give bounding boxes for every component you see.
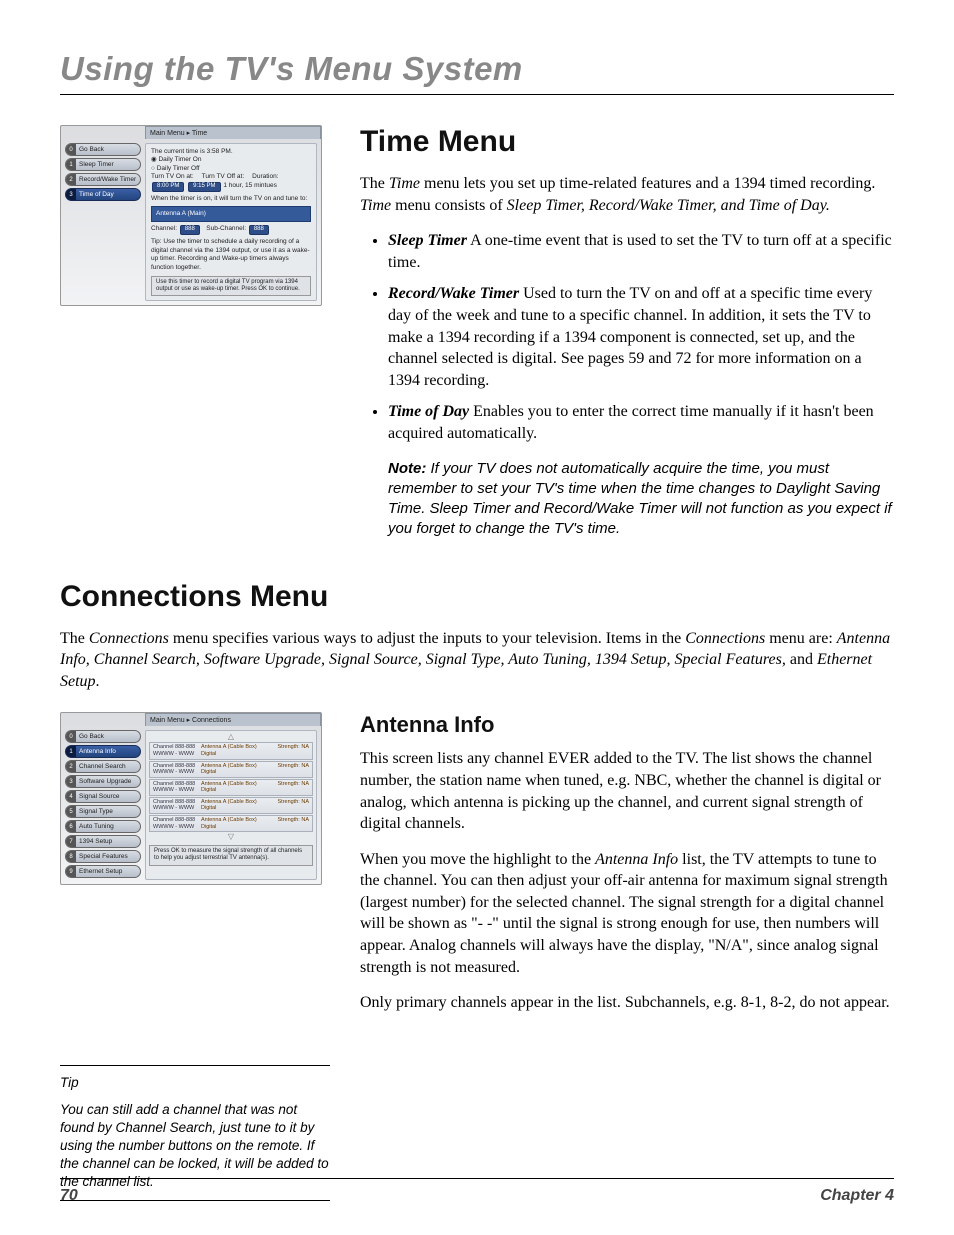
time-menu-bullets: Sleep Timer A one-time event that is use… — [360, 230, 894, 444]
connections-section: Connections Menu The Connections menu sp… — [60, 580, 894, 693]
tv-conn-btn-signal-type[interactable]: 5Signal Type — [65, 805, 141, 818]
tv-conn-breadcrumb: Main Menu ▸ Connections — [145, 713, 321, 726]
tip-title: Tip — [60, 1074, 330, 1092]
tv-off-time[interactable]: 9:15 PM — [188, 182, 220, 192]
title-rule — [60, 94, 894, 95]
time-menu-row: Main Menu ▸ Time 0Go Back 1Sleep Timer 2… — [60, 125, 894, 540]
tv-conn-btn-special-features[interactable]: 8Special Features — [65, 850, 141, 863]
tv-antenna-label[interactable]: Antenna A (Main) — [151, 206, 311, 222]
tv-conn-btn-go-back[interactable]: 0Go Back — [65, 730, 141, 743]
chapter-label: Chapter 4 — [820, 1187, 894, 1205]
bullet-sleep-timer: Sleep Timer A one-time event that is use… — [388, 230, 894, 273]
time-menu-intro: The Time menu lets you set up time-relat… — [360, 173, 894, 216]
tv-connections-figure: Main Menu ▸ Connections 0Go Back 1Antenn… — [60, 712, 322, 885]
table-row[interactable]: Channel 888-888WWWW - WWW Antenna A (Cab… — [149, 742, 313, 759]
tv-conn-btn-ethernet-setup[interactable]: 9Ethernet Setup — [65, 865, 141, 878]
tv-conn-btn-software-upgrade[interactable]: 3Software Upgrade — [65, 775, 141, 788]
tv-conn-help: Press OK to measure the signal strength … — [149, 845, 313, 865]
tv-conn-btn-1394-setup[interactable]: 71394 Setup — [65, 835, 141, 848]
antenna-info-p2: When you move the highlight to the Anten… — [360, 849, 894, 979]
tv-current-time: The current time is 3:58 PM. — [151, 148, 311, 156]
time-menu-heading: Time Menu — [360, 125, 894, 159]
tv-conn-btn-channel-search[interactable]: 2Channel Search — [65, 760, 141, 773]
tv-conn-btn-signal-source[interactable]: 4Signal Source — [65, 790, 141, 803]
antenna-info-heading: Antenna Info — [360, 712, 894, 738]
tv-time-btn-sleep-timer[interactable]: 1Sleep Timer — [65, 158, 141, 171]
tv-time-menu-figure: Main Menu ▸ Time 0Go Back 1Sleep Timer 2… — [60, 125, 322, 306]
table-row[interactable]: Channel 888-888WWWW - WWW Antenna A (Cab… — [149, 761, 313, 778]
table-row[interactable]: Channel 888-888WWWW - WWW Antenna A (Cab… — [149, 815, 313, 832]
connections-heading: Connections Menu — [60, 580, 894, 614]
connections-row: Main Menu ▸ Connections 0Go Back 1Antenn… — [60, 712, 894, 1200]
tv-time-help: Use this timer to record a digital TV pr… — [151, 276, 311, 296]
antenna-info-p3: Only primary channels appear in the list… — [360, 992, 894, 1014]
tv-time-btn-record-wake[interactable]: 2Record/Wake Timer — [65, 173, 141, 186]
scroll-up-icon[interactable]: △ — [149, 733, 313, 741]
connections-intro: The Connections menu specifies various w… — [60, 628, 894, 693]
tip-body: You can still add a channel that was not… — [60, 1102, 329, 1190]
tv-daily-on[interactable]: ◉ Daily Timer On — [151, 156, 311, 164]
tv-tune-msg: When the timer is on, it will turn the T… — [151, 195, 311, 203]
tv-time-btn-go-back[interactable]: 0Go Back — [65, 143, 141, 156]
tv-subchannel-field[interactable]: 888 — [249, 225, 269, 235]
time-menu-note: Note: If your TV does not automatically … — [388, 459, 894, 540]
tv-time-breadcrumb: Main Menu ▸ Time — [145, 126, 321, 139]
antenna-info-p1: This screen lists any channel EVER added… — [360, 748, 894, 834]
scroll-down-icon[interactable]: ▽ — [149, 833, 313, 841]
tv-channel-field[interactable]: 888 — [180, 225, 200, 235]
page-number: 70 — [60, 1187, 78, 1205]
tv-time-btn-time-of-day[interactable]: 3Time of Day — [65, 188, 141, 201]
tv-time-tip: Tip: Use the timer to schedule a daily r… — [151, 238, 311, 272]
page-footer: 70 Chapter 4 — [60, 1178, 894, 1205]
tv-daily-off[interactable]: ○ Daily Timer Off — [151, 165, 311, 173]
bullet-time-of-day: Time of Day Enables you to enter the cor… — [388, 401, 894, 444]
page-title: Using the TV's Menu System — [60, 50, 894, 88]
table-row[interactable]: Channel 888-888WWWW - WWW Antenna A (Cab… — [149, 779, 313, 796]
tv-on-time[interactable]: 8:00 PM — [152, 182, 184, 192]
table-row[interactable]: Channel 888-888WWWW - WWW Antenna A (Cab… — [149, 797, 313, 814]
bullet-record-wake: Record/Wake Timer Used to turn the TV on… — [388, 283, 894, 391]
tv-conn-btn-auto-tuning[interactable]: 6Auto Tuning — [65, 820, 141, 833]
tv-conn-btn-antenna-info[interactable]: 1Antenna Info — [65, 745, 141, 758]
